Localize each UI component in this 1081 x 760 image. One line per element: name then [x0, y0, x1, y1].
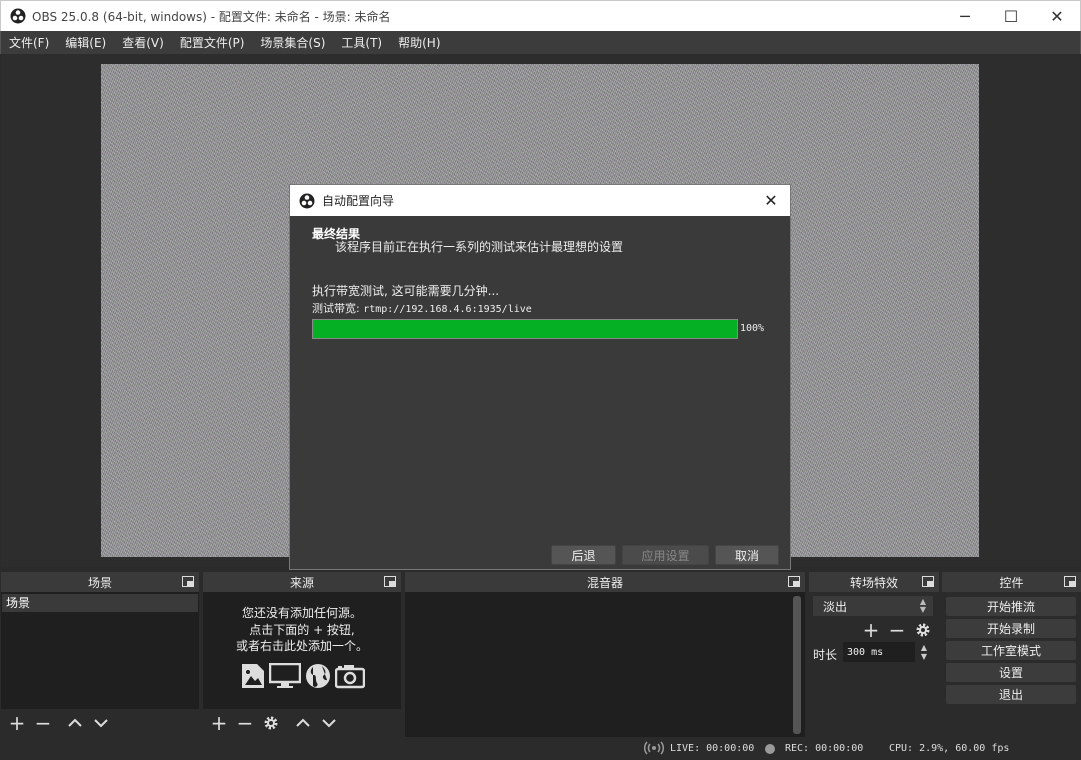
sources-dock-title: 来源 [289, 575, 314, 590]
menu-scene-collection[interactable]: 场景集合(S) [252, 34, 333, 51]
menu-file[interactable]: 文件(F) [1, 34, 57, 51]
float-dock-icon[interactable] [182, 576, 194, 587]
transitions-dock: 转场特效 淡出 ▲ ▼ + − 时长 300 ms ▲ ▼ [809, 572, 939, 737]
hint-line: 点击下面的 + 按钮, [249, 622, 355, 637]
source-type-icons [241, 663, 365, 689]
status-bar: LIVE: 00:00:00 REC: 00:00:00 CPU: 2.9%, … [0, 737, 1081, 760]
auto-config-dialog: 自动配置向导 ✕ 最终结果 该程序目前正在执行一系列的测试来估计最理想的设置 执… [289, 184, 791, 570]
spin-buttons-icon[interactable]: ▲ ▼ [917, 642, 931, 662]
sources-dock: 来源 您还没有添加任何源。 点击下面的 + 按钮, 或者右击此处添加一个。 + … [203, 572, 401, 737]
float-dock-icon[interactable] [788, 576, 800, 587]
controls-dock-header: 控件 [942, 572, 1081, 592]
scenes-dock-title: 场景 [87, 575, 112, 590]
close-button[interactable]: ✕ [1034, 1, 1080, 32]
maximize-button[interactable]: ☐ [988, 1, 1034, 32]
move-up-icon[interactable] [293, 713, 313, 733]
menu-profile[interactable]: 配置文件(P) [172, 34, 253, 51]
mixer-scrollbar[interactable] [793, 596, 801, 734]
window-title: OBS 25.0.8 (64-bit, windows) - 配置文件: 未命名… [32, 9, 391, 24]
duration-label: 时长 [813, 648, 838, 662]
obs-logo-icon [299, 193, 315, 208]
progress-percent: 100% [740, 323, 765, 334]
remove-icon[interactable]: − [887, 618, 907, 642]
camera-icon [335, 665, 365, 689]
move-up-icon[interactable] [65, 713, 85, 733]
cpu-fps: CPU: 2.9%, 60.00 fps [889, 743, 1010, 754]
obs-logo-icon [10, 8, 26, 24]
move-down-icon[interactable] [91, 713, 111, 733]
progress-bar [312, 319, 738, 339]
remove-icon[interactable]: − [33, 711, 53, 735]
hint-line: 或者右击此处添加一个。 [235, 639, 368, 653]
dialog-titlebar: 自动配置向导 ✕ [290, 185, 790, 216]
hint-line: 您还没有添加任何源。 [241, 606, 362, 620]
display-icon [269, 663, 301, 688]
mixer-dock-header: 混音器 [405, 572, 805, 592]
transitions-dock-title: 转场特效 [849, 575, 898, 590]
float-dock-icon[interactable] [1064, 576, 1076, 587]
rec-timer: REC: 00:00:00 [785, 743, 864, 754]
mixer-dock: 混音器 [405, 572, 805, 737]
dialog-title: 自动配置向导 [322, 194, 395, 208]
move-down-icon[interactable] [319, 713, 339, 733]
float-dock-icon[interactable] [922, 576, 934, 587]
add-icon[interactable]: + [861, 618, 881, 642]
menu-edit[interactable]: 编辑(E) [57, 34, 114, 51]
sources-dock-header: 来源 [203, 572, 401, 592]
mixer-body [405, 592, 805, 737]
scenes-toolbar: + − [1, 709, 199, 737]
scene-list-item[interactable]: 场景 [2, 594, 198, 612]
mixer-dock-title: 混音器 [586, 575, 623, 590]
globe-icon [306, 664, 330, 688]
studio-mode-button[interactable]: 工作室模式 [946, 641, 1076, 660]
exit-button[interactable]: 退出 [946, 685, 1076, 704]
broadcast-icon [644, 741, 664, 755]
settings-button[interactable]: 设置 [946, 663, 1076, 682]
test-status-text: 执行带宽测试, 这可能需要几分钟... [312, 284, 500, 298]
chevron-updown-icon: ▲ ▼ [919, 597, 927, 614]
apply-settings-button[interactable]: 应用设置 [622, 545, 709, 565]
duration-input[interactable]: 300 ms [843, 642, 915, 662]
dialog-close-button[interactable]: ✕ [762, 191, 780, 210]
start-streaming-button[interactable]: 开始推流 [946, 597, 1076, 616]
test-server-text: 测试带宽: rtmp://192.168.4.6:1935/live [312, 300, 532, 316]
gear-icon[interactable] [913, 620, 933, 640]
scenes-dock: 场景 场景 + − [1, 572, 199, 737]
minimize-button[interactable]: ─ [942, 1, 988, 32]
progress-fill [313, 320, 737, 338]
controls-dock-title: 控件 [999, 575, 1024, 590]
dialog-subheading: 该程序目前正在执行一系列的测试来估计最理想的设置 [335, 240, 624, 254]
sources-empty-hint: 您还没有添加任何源。 点击下面的 + 按钮, 或者右击此处添加一个。 [203, 605, 401, 655]
menu-view[interactable]: 查看(V) [114, 34, 172, 51]
back-button[interactable]: 后退 [551, 545, 616, 565]
remove-icon[interactable]: − [235, 711, 255, 735]
menu-bar: 文件(F) 编辑(E) 查看(V) 配置文件(P) 场景集合(S) 工具(T) … [0, 31, 1081, 54]
scenes-dock-header: 场景 [1, 572, 199, 592]
cancel-button[interactable]: 取消 [715, 545, 779, 565]
controls-dock: 控件 开始推流 开始录制 工作室模式 设置 退出 [942, 572, 1081, 737]
menu-tools[interactable]: 工具(T) [333, 34, 390, 51]
window-titlebar: OBS 25.0.8 (64-bit, windows) - 配置文件: 未命名… [0, 0, 1081, 31]
add-icon[interactable]: + [209, 711, 229, 735]
add-icon[interactable]: + [7, 711, 27, 735]
float-dock-icon[interactable] [384, 576, 396, 587]
transition-buttons: + − [861, 618, 933, 642]
server-url: rtmp://192.168.4.6:1935/live [363, 304, 532, 315]
menu-help[interactable]: 帮助(H) [390, 34, 448, 51]
record-indicator-icon [765, 744, 775, 754]
start-recording-button[interactable]: 开始录制 [946, 619, 1076, 638]
sources-toolbar: + − [203, 709, 401, 737]
image-icon [242, 664, 264, 688]
gear-icon[interactable] [261, 713, 281, 733]
live-timer: LIVE: 00:00:00 [670, 743, 755, 754]
transitions-dock-header: 转场特效 [809, 572, 939, 592]
server-label: 测试带宽: [312, 302, 364, 315]
